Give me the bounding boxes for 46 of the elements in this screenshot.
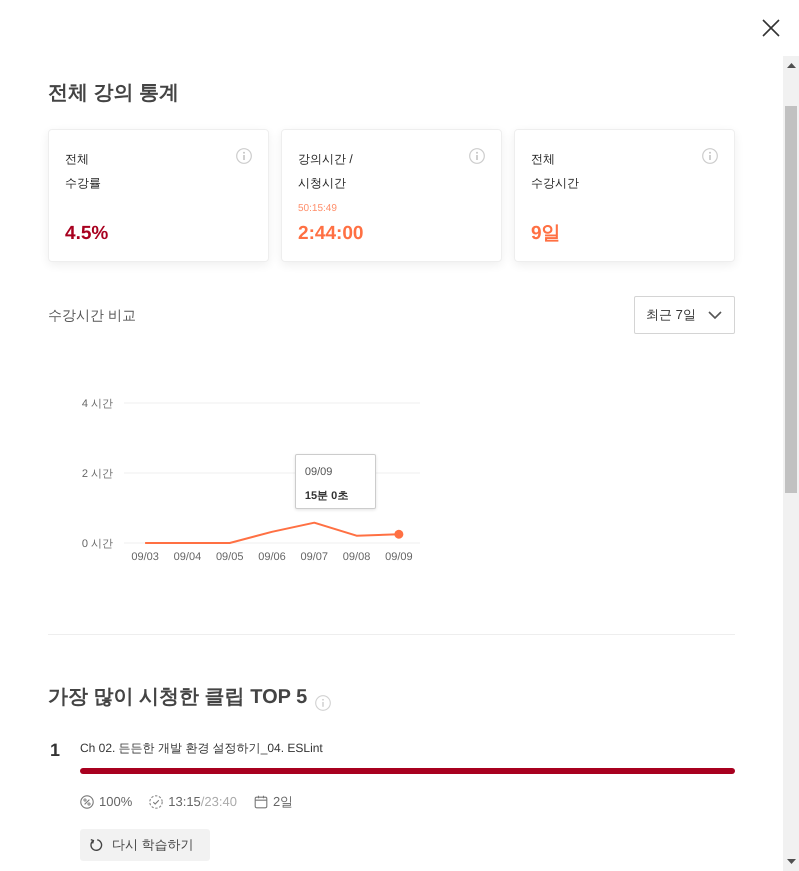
info-icon[interactable] xyxy=(702,148,718,164)
x-axis-label: 09/09 xyxy=(385,551,413,563)
chevron-down-icon xyxy=(708,311,722,319)
stat-value: 9일 xyxy=(531,222,561,246)
check-circle-icon xyxy=(149,795,164,809)
chart-title: 수강시간 비교 xyxy=(48,306,136,324)
y-axis-label: 2 시간 xyxy=(82,468,113,480)
tooltip-date: 09/09 xyxy=(304,465,332,480)
stat-value: 4.5% xyxy=(65,222,108,246)
completion-rate: 100% xyxy=(99,793,132,812)
x-axis-label: 09/08 xyxy=(342,551,370,563)
info-icon[interactable] xyxy=(469,148,485,164)
stat-subvalue: 50:15:49 xyxy=(298,202,337,216)
refresh-icon xyxy=(89,838,103,852)
x-axis-label: 09/07 xyxy=(300,551,328,563)
triangle-up-icon xyxy=(786,62,796,68)
y-axis-label: 0 시간 xyxy=(82,538,113,550)
info-icon[interactable] xyxy=(236,148,252,164)
study-days: 2일 xyxy=(272,792,294,812)
clip-title: Ch 02. 든든한 개발 환경 설정하기_04. ESLint xyxy=(80,740,323,757)
info-icon[interactable] xyxy=(315,695,332,711)
calendar-icon xyxy=(254,795,268,809)
scrollbar[interactable] xyxy=(783,56,799,871)
highlighted-point xyxy=(394,530,404,539)
stat-value: 2:44:00 xyxy=(298,222,364,246)
close-icon xyxy=(762,19,780,37)
scrollbar-thumb[interactable] xyxy=(785,106,797,493)
x-axis-label: 09/06 xyxy=(258,551,286,563)
clip-rank: 1 xyxy=(49,739,62,762)
x-axis-label: 09/04 xyxy=(174,551,202,563)
stat-label: 전체 수강시간 xyxy=(531,151,579,192)
close-button[interactable] xyxy=(760,17,782,39)
stat-label: 전체 수강률 xyxy=(65,151,101,192)
x-axis-label: 09/03 xyxy=(131,551,159,563)
tooltip-value: 15분 0초 xyxy=(304,489,348,504)
period-dropdown[interactable]: 최근 7일 xyxy=(634,296,735,334)
stat-label: 강의시간 / 시청시간 xyxy=(298,151,353,192)
total-duration: /23:40 xyxy=(200,793,237,812)
watched-time: 13:15 xyxy=(168,793,201,812)
triangle-down-icon xyxy=(786,858,796,864)
section-title: 전체 강의 통계 xyxy=(48,81,180,106)
x-axis-label: 09/05 xyxy=(216,551,244,563)
section-title: 가장 많이 시청한 클립 TOP 5 xyxy=(48,685,308,710)
relearn-button[interactable]: 다시 학습하기 xyxy=(80,829,210,861)
y-axis-label: 4 시간 xyxy=(82,398,113,410)
percent-circle-icon xyxy=(80,795,94,809)
